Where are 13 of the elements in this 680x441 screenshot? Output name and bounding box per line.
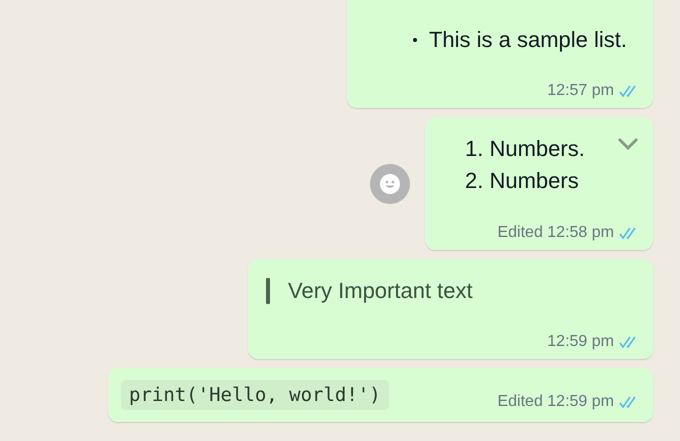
quote-text: Very Important text xyxy=(288,277,473,305)
smiley-icon xyxy=(379,172,401,194)
message-time: Edited 12:58 pm xyxy=(497,224,614,242)
list-item: 2. Numbers xyxy=(465,167,579,195)
chevron-down-icon[interactable] xyxy=(617,137,639,151)
bullet-icon xyxy=(412,38,417,42)
message-time: Edited 12:59 pm xyxy=(497,393,614,411)
code-text: print('Hello, world!') xyxy=(121,380,389,410)
list-item: 1. Numbers. xyxy=(465,135,585,163)
message-time: 12:59 pm xyxy=(547,333,614,351)
message-text: This is a sample list. xyxy=(428,26,627,54)
emoji-reaction-button[interactable] xyxy=(370,164,410,204)
message-time: 12:57 pm xyxy=(547,82,614,100)
